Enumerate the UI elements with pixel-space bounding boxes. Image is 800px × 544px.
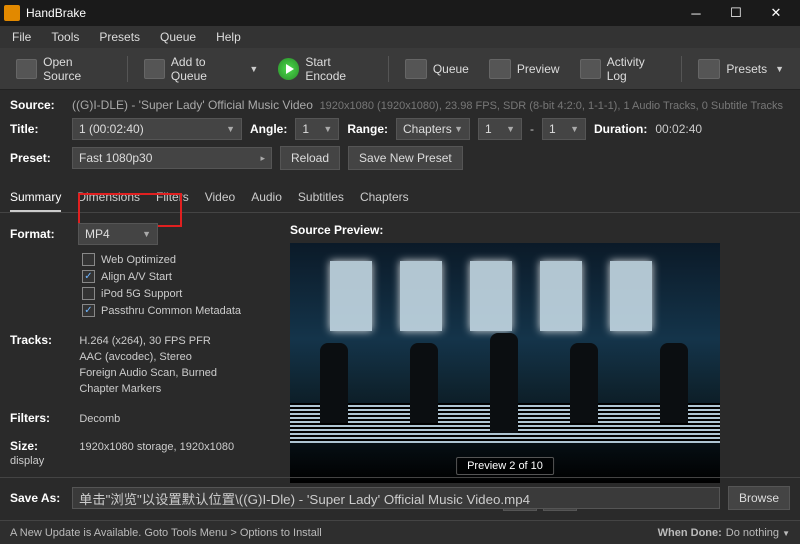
track-line: H.264 (x264), 30 FPS PFR [79,333,217,349]
save-as-label: Save As: [10,491,64,505]
format-highlight [78,193,182,227]
save-as-row: Save As: Browse [0,477,800,518]
app-icon [4,5,20,21]
queue-icon [405,59,427,79]
tab-video[interactable]: Video [205,184,235,212]
source-info: 1920x1080 (1920x1080), 23.98 FPS, SDR (8… [320,100,783,112]
source-value: ((G)I-DLE) - 'Super Lady' Official Music… [72,98,313,112]
presets-icon [698,59,720,79]
play-icon [278,58,299,80]
add-to-queue-button[interactable]: Add to Queue▼ [136,51,266,87]
ipod-support-row[interactable]: iPod 5G Support [10,285,270,302]
duration-value: 00:02:40 [655,122,702,136]
browse-button[interactable]: Browse [728,486,790,510]
filters-label: Filters: [10,411,70,425]
duration-label: Duration: [594,122,647,136]
preset-row: Preset: Fast 1080p30▸ Reload Save New Pr… [10,146,790,170]
tab-summary[interactable]: Summary [10,184,61,212]
range-from-select[interactable]: 1▼ [478,118,522,140]
menu-file[interactable]: File [4,28,39,46]
chevron-down-icon: ▼ [775,64,784,74]
statusbar: A New Update is Available. Goto Tools Me… [0,520,800,544]
menubar: File Tools Presets Queue Help [0,26,800,48]
size-label: Size: [10,439,70,453]
preview-label: Source Preview: [290,223,790,237]
app-title: HandBrake [26,6,676,20]
toolbar: Open Source Add to Queue▼ Start Encode Q… [0,48,800,90]
checkbox-passthru[interactable] [82,304,95,317]
menu-tools[interactable]: Tools [43,28,87,46]
range-dash: - [530,122,534,136]
chevron-down-icon: ▼ [249,64,258,74]
preset-select[interactable]: Fast 1080p30▸ [72,147,272,169]
track-line: Foreign Audio Scan, Burned [79,365,217,381]
preview-counter: Preview 2 of 10 [456,457,554,475]
save-as-input[interactable] [72,487,720,509]
minimize-button[interactable]: ─ [676,0,716,26]
presets-button[interactable]: Presets▼ [690,55,792,83]
filters-value: Decomb [79,411,120,427]
close-button[interactable]: ✕ [756,0,796,26]
add-queue-icon [144,59,165,79]
checkbox-ipod[interactable] [82,287,95,300]
reload-button[interactable]: Reload [280,146,340,170]
maximize-button[interactable]: ☐ [716,0,756,26]
track-line: Chapter Markers [79,381,217,397]
activity-log-button[interactable]: Activity Log [572,51,674,87]
title-select[interactable]: 1 (00:02:40)▼ [72,118,242,140]
range-type-select[interactable]: Chapters▼ [396,118,470,140]
track-line: AAC (avcodec), Stereo [79,349,217,365]
align-av-row[interactable]: Align A/V Start [10,268,270,285]
source-row: Source: ((G)I-DLE) - 'Super Lady' Offici… [10,98,790,112]
angle-label: Angle: [250,122,287,136]
queue-button[interactable]: Queue [397,55,477,83]
menu-help[interactable]: Help [208,28,249,46]
source-preview: Preview 2 of 10 [290,243,720,483]
tab-subtitles[interactable]: Subtitles [298,184,344,212]
menu-presets[interactable]: Presets [91,28,148,46]
checkbox-align-av[interactable] [82,270,95,283]
save-new-preset-button[interactable]: Save New Preset [348,146,463,170]
activity-icon [580,59,601,79]
title-label: Title: [10,122,64,136]
tab-chapters[interactable]: Chapters [360,184,409,212]
preview-button[interactable]: Preview [481,55,568,83]
range-label: Range: [347,122,388,136]
format-select[interactable]: MP4▼ [78,223,158,245]
start-encode-button[interactable]: Start Encode [270,51,380,87]
source-label: Source: [10,98,64,112]
checkbox-web-optimized[interactable] [82,253,95,266]
update-notice: A New Update is Available. Goto Tools Me… [10,527,322,539]
angle-select[interactable]: 1▼ [295,118,339,140]
film-icon [16,59,37,79]
passthru-metadata-row[interactable]: Passthru Common Metadata [10,302,270,319]
open-source-button[interactable]: Open Source [8,51,119,87]
tab-audio[interactable]: Audio [251,184,282,212]
tracks-label: Tracks: [10,333,70,347]
when-done-label: When Done: [658,527,722,539]
when-done-select[interactable]: Do nothing ▼ [726,527,790,539]
preview-icon [489,59,511,79]
titlebar: HandBrake ─ ☐ ✕ [0,0,800,26]
preset-label: Preset: [10,151,64,165]
range-to-select[interactable]: 1▼ [542,118,586,140]
format-label: Format: [10,227,70,241]
web-optimized-row[interactable]: Web Optimized [10,251,270,268]
summary-panel: Format: MP4▼ Web Optimized Align A/V Sta… [10,223,270,511]
menu-queue[interactable]: Queue [152,28,204,46]
title-row: Title: 1 (00:02:40)▼ Angle: 1▼ Range: Ch… [10,118,790,140]
